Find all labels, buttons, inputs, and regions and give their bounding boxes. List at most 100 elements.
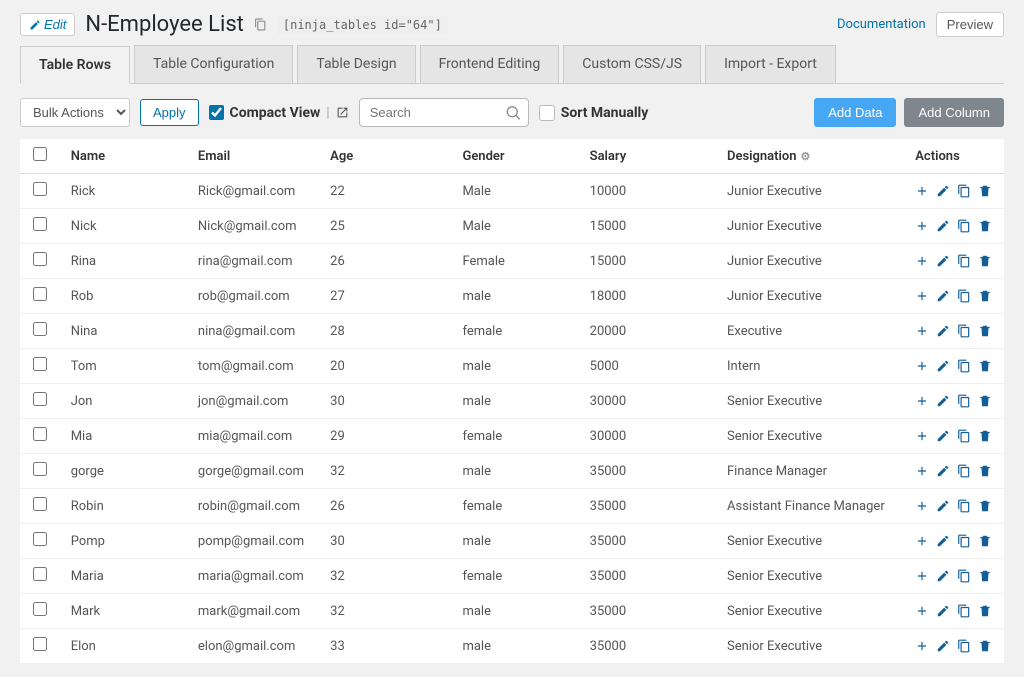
duplicate-icon[interactable]	[957, 534, 971, 548]
row-checkbox[interactable]	[33, 602, 47, 616]
row-checkbox[interactable]	[33, 252, 47, 266]
row-checkbox[interactable]	[33, 392, 47, 406]
edit-icon[interactable]	[936, 359, 950, 373]
row-checkbox[interactable]	[33, 497, 47, 511]
compact-view-checkbox[interactable]	[209, 105, 224, 120]
row-checkbox[interactable]	[33, 322, 47, 336]
edit-icon[interactable]	[936, 184, 950, 198]
row-checkbox[interactable]	[33, 462, 47, 476]
col-designation[interactable]: Designation⚙	[717, 139, 905, 174]
search-input[interactable]	[359, 98, 529, 127]
edit-icon[interactable]	[936, 429, 950, 443]
tab[interactable]: Table Configuration	[134, 45, 293, 83]
duplicate-icon[interactable]	[957, 429, 971, 443]
delete-icon[interactable]	[978, 569, 992, 583]
add-icon[interactable]	[915, 289, 929, 303]
row-checkbox[interactable]	[33, 567, 47, 581]
row-checkbox[interactable]	[33, 217, 47, 231]
shortcode-text[interactable]: [ninja_tables id="64"]	[277, 16, 448, 34]
tab[interactable]: Table Design	[297, 45, 415, 83]
delete-icon[interactable]	[978, 289, 992, 303]
add-icon[interactable]	[915, 499, 929, 513]
delete-icon[interactable]	[978, 219, 992, 233]
add-icon[interactable]	[915, 359, 929, 373]
copy-icon[interactable]	[254, 18, 267, 31]
cell-age: 32	[320, 454, 452, 489]
row-checkbox[interactable]	[33, 427, 47, 441]
tab[interactable]: Frontend Editing	[420, 45, 560, 83]
edit-icon[interactable]	[936, 324, 950, 338]
external-icon[interactable]	[336, 106, 349, 119]
duplicate-icon[interactable]	[957, 499, 971, 513]
duplicate-icon[interactable]	[957, 464, 971, 478]
delete-icon[interactable]	[978, 604, 992, 618]
sort-checkbox[interactable]	[539, 105, 555, 121]
add-icon[interactable]	[915, 534, 929, 548]
add-data-button[interactable]: Add Data	[814, 98, 896, 127]
add-icon[interactable]	[915, 569, 929, 583]
duplicate-icon[interactable]	[957, 219, 971, 233]
edit-icon[interactable]	[936, 289, 950, 303]
delete-icon[interactable]	[978, 324, 992, 338]
delete-icon[interactable]	[978, 394, 992, 408]
edit-icon[interactable]	[936, 534, 950, 548]
duplicate-icon[interactable]	[957, 324, 971, 338]
delete-icon[interactable]	[978, 184, 992, 198]
add-icon[interactable]	[915, 464, 929, 478]
add-icon[interactable]	[915, 604, 929, 618]
add-icon[interactable]	[915, 184, 929, 198]
delete-icon[interactable]	[978, 639, 992, 653]
duplicate-icon[interactable]	[957, 569, 971, 583]
delete-icon[interactable]	[978, 464, 992, 478]
tab[interactable]: Custom CSS/JS	[563, 45, 701, 83]
compact-view-toggle[interactable]: Compact View |	[209, 105, 349, 121]
col-gender[interactable]: Gender	[452, 139, 579, 174]
edit-icon[interactable]	[936, 219, 950, 233]
edit-icon[interactable]	[936, 464, 950, 478]
duplicate-icon[interactable]	[957, 184, 971, 198]
row-checkbox[interactable]	[33, 637, 47, 651]
sort-manually-toggle[interactable]: Sort Manually	[539, 105, 649, 121]
duplicate-icon[interactable]	[957, 639, 971, 653]
add-icon[interactable]	[915, 394, 929, 408]
add-icon[interactable]	[915, 324, 929, 338]
delete-icon[interactable]	[978, 534, 992, 548]
apply-button[interactable]: Apply	[140, 99, 199, 126]
select-all-checkbox[interactable]	[33, 147, 47, 161]
col-name[interactable]: Name	[61, 139, 188, 174]
add-column-button[interactable]: Add Column	[904, 98, 1004, 127]
add-icon[interactable]	[915, 254, 929, 268]
row-checkbox[interactable]	[33, 287, 47, 301]
col-salary[interactable]: Salary	[580, 139, 717, 174]
add-icon[interactable]	[915, 429, 929, 443]
duplicate-icon[interactable]	[957, 394, 971, 408]
delete-icon[interactable]	[978, 359, 992, 373]
delete-icon[interactable]	[978, 499, 992, 513]
edit-icon[interactable]	[936, 569, 950, 583]
documentation-link[interactable]: Documentation	[837, 17, 926, 32]
edit-button[interactable]: Edit	[20, 13, 75, 36]
delete-icon[interactable]	[978, 254, 992, 268]
edit-icon[interactable]	[936, 604, 950, 618]
edit-icon[interactable]	[936, 394, 950, 408]
gear-icon[interactable]: ⚙	[801, 150, 811, 163]
row-checkbox[interactable]	[33, 182, 47, 196]
duplicate-icon[interactable]	[957, 359, 971, 373]
edit-icon[interactable]	[936, 639, 950, 653]
duplicate-icon[interactable]	[957, 254, 971, 268]
tab[interactable]: Import - Export	[705, 45, 836, 83]
duplicate-icon[interactable]	[957, 604, 971, 618]
col-email[interactable]: Email	[188, 139, 320, 174]
duplicate-icon[interactable]	[957, 289, 971, 303]
row-checkbox[interactable]	[33, 357, 47, 371]
edit-icon[interactable]	[936, 499, 950, 513]
edit-icon[interactable]	[936, 254, 950, 268]
preview-button[interactable]: Preview	[936, 12, 1004, 37]
tab[interactable]: Table Rows	[20, 46, 130, 84]
bulk-actions-select[interactable]: Bulk Actions	[20, 98, 130, 127]
delete-icon[interactable]	[978, 429, 992, 443]
row-checkbox[interactable]	[33, 532, 47, 546]
col-age[interactable]: Age	[320, 139, 452, 174]
add-icon[interactable]	[915, 639, 929, 653]
add-icon[interactable]	[915, 219, 929, 233]
